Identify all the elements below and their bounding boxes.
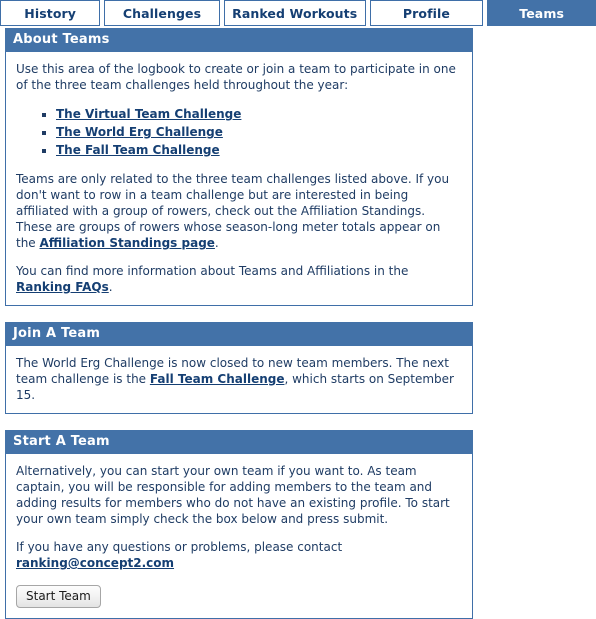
start-a-team-description: Alternatively, you can start your own te…	[16, 464, 450, 526]
start-team-button[interactable]: Start Team	[16, 585, 101, 608]
link-world-erg-challenge[interactable]: The World Erg Challenge	[56, 125, 223, 139]
about-teams-body: Use this area of the logbook to create o…	[5, 52, 473, 306]
tab-teams[interactable]: Teams	[487, 0, 596, 26]
list-item: The Fall Team Challenge	[56, 141, 462, 159]
join-a-team-title: Join A Team	[5, 322, 473, 346]
tab-profile[interactable]: Profile	[369, 0, 484, 26]
main-tab-bar: History Challenges Ranked Workouts Profi…	[0, 0, 596, 28]
link-virtual-team-challenge[interactable]: The Virtual Team Challenge	[56, 107, 241, 121]
tab-teams-label: Teams	[519, 5, 564, 21]
tab-ranked-workouts[interactable]: Ranked Workouts	[223, 0, 366, 26]
link-fall-team-challenge-join[interactable]: Fall Team Challenge	[150, 372, 285, 386]
link-fall-team-challenge[interactable]: The Fall Team Challenge	[56, 143, 220, 157]
tab-history-label: History	[24, 5, 77, 21]
tab-history[interactable]: History	[0, 0, 101, 26]
contact-text: If you have any questions or problems, p…	[16, 540, 343, 554]
challenge-links-list: The Virtual Team Challenge The World Erg…	[16, 105, 462, 159]
about-affiliations-text-after: .	[214, 236, 219, 250]
about-intro-text: Use this area of the logbook to create o…	[16, 62, 456, 92]
join-a-team-text: The World Erg Challenge is now closed to…	[16, 355, 462, 403]
tab-challenges-label: Challenges	[122, 5, 202, 21]
start-a-team-contact: If you have any questions or problems, p…	[16, 539, 462, 571]
about-faq-text-after: .	[108, 280, 113, 294]
start-a-team-body: Alternatively, you can start your own te…	[5, 454, 473, 619]
tab-ranked-label: Ranked Workouts	[232, 5, 358, 21]
link-contact-email[interactable]: ranking@concept2.com	[16, 556, 174, 570]
about-affiliations-text: Teams are only related to the three team…	[16, 171, 462, 251]
tab-challenges[interactable]: Challenges	[104, 0, 220, 26]
list-item: The World Erg Challenge	[56, 123, 462, 141]
tab-profile-label: Profile	[402, 5, 450, 21]
link-affiliation-standings-page[interactable]: Affiliation Standings page	[40, 236, 215, 250]
about-faq-text: You can find more information about Team…	[16, 263, 462, 295]
list-item: The Virtual Team Challenge	[56, 105, 462, 123]
start-a-team-title: Start A Team	[5, 430, 473, 454]
start-a-team-panel: Start A Team Alternatively, you can star…	[5, 430, 473, 619]
about-teams-title: About Teams	[5, 28, 473, 52]
about-teams-panel: About Teams Use this area of the logbook…	[5, 28, 473, 306]
join-a-team-panel: Join A Team The World Erg Challenge is n…	[5, 322, 473, 414]
link-ranking-faqs[interactable]: Ranking FAQs	[16, 280, 109, 294]
join-a-team-body: The World Erg Challenge is now closed to…	[5, 346, 473, 414]
page-content: About Teams Use this area of the logbook…	[0, 28, 596, 619]
about-faq-text-before: You can find more information about Team…	[16, 264, 409, 278]
